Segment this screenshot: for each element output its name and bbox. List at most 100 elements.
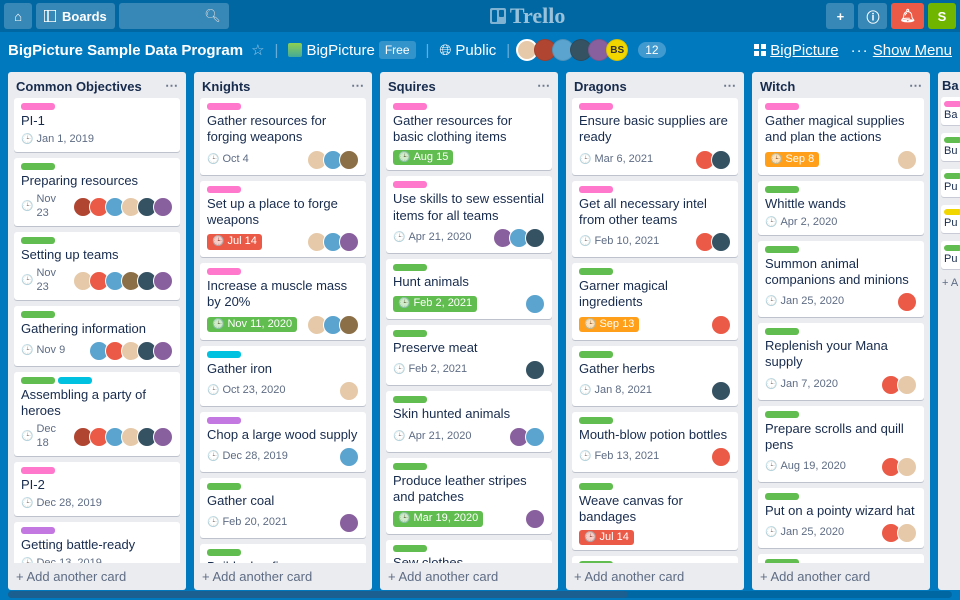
label[interactable] xyxy=(765,186,799,193)
add-card-button[interactable]: + Add another card xyxy=(380,563,558,590)
card[interactable]: PI-2 Dec 28, 2019 xyxy=(14,462,180,516)
add-button[interactable]: + xyxy=(826,3,854,29)
avatar[interactable] xyxy=(711,315,731,335)
label[interactable] xyxy=(207,103,241,110)
avatar[interactable] xyxy=(153,341,173,361)
card[interactable]: Increase a muscle mass by 20% Nov 11, 20… xyxy=(200,263,366,340)
label[interactable] xyxy=(579,103,613,110)
search-input[interactable]: 🔍︎ xyxy=(119,3,229,29)
avatar[interactable] xyxy=(339,150,359,170)
label[interactable] xyxy=(21,467,55,474)
card[interactable]: Bu xyxy=(941,133,960,161)
team-button[interactable]: BigPicture Free xyxy=(288,41,415,59)
list-title[interactable]: Knights xyxy=(202,79,250,94)
card[interactable]: Replenish your Mana supply Jan 7, 2020 xyxy=(758,323,924,400)
avatar[interactable] xyxy=(711,381,731,401)
card[interactable]: Gather herbs Jan 8, 2021 xyxy=(572,346,738,406)
label[interactable] xyxy=(207,549,241,556)
card[interactable]: Getting battle-ready Dec 13, 2019 xyxy=(14,522,180,563)
list-title[interactable]: Ba xyxy=(940,78,960,93)
label[interactable] xyxy=(21,311,55,318)
label[interactable] xyxy=(393,264,427,271)
card[interactable]: Skin hunted animals Apr 21, 2020 xyxy=(386,391,552,451)
card[interactable]: Setting up teams Nov 23 xyxy=(14,232,180,300)
card[interactable]: Hunt animals Feb 2, 2021 xyxy=(386,259,552,319)
label[interactable] xyxy=(21,103,55,110)
card[interactable]: Preparing resources Nov 23 xyxy=(14,158,180,226)
list-title[interactable]: Dragons xyxy=(574,79,627,94)
avatar[interactable] xyxy=(897,523,917,543)
avatar[interactable] xyxy=(339,232,359,252)
card[interactable]: Use skills to sew essential items for al… xyxy=(386,176,552,253)
card[interactable]: Pu xyxy=(941,241,960,269)
card[interactable]: Ba xyxy=(941,97,960,125)
avatar[interactable] xyxy=(897,375,917,395)
card[interactable]: Assembling a party of heroes Dec 18 xyxy=(14,372,180,456)
card[interactable]: Gather iron Oct 23, 2020 xyxy=(200,346,366,406)
avatar[interactable] xyxy=(339,381,359,401)
label[interactable] xyxy=(207,351,241,358)
label[interactable] xyxy=(207,186,241,193)
avatar[interactable] xyxy=(711,150,731,170)
card[interactable]: PI-1 Jan 1, 2019 xyxy=(14,98,180,152)
list-menu-button[interactable]: ⋯ xyxy=(909,78,922,94)
label[interactable] xyxy=(579,351,613,358)
card[interactable]: Gather information about other teams nee… xyxy=(572,556,738,563)
card[interactable]: Gather magical supplies and plan the act… xyxy=(758,98,924,175)
member-count[interactable]: 12 xyxy=(638,42,665,58)
boards-button[interactable]: Boards xyxy=(36,3,115,29)
add-card-button[interactable]: + Add another card xyxy=(752,563,930,590)
card[interactable]: Gather resources for basic clothing item… xyxy=(386,98,552,170)
card[interactable]: Weave canvas for bandages Jul 14 xyxy=(572,478,738,550)
card[interactable]: Mouth-blow potion bottles Feb 13, 2021 xyxy=(572,412,738,472)
label[interactable] xyxy=(393,545,427,552)
avatar[interactable] xyxy=(153,427,173,447)
label[interactable] xyxy=(765,328,799,335)
card[interactable]: Sew clothes Feb 4, 2020 xyxy=(386,540,552,563)
star-button[interactable]: ☆ xyxy=(251,41,264,59)
card[interactable]: Whittle wands Apr 2, 2020 xyxy=(758,181,924,235)
notifications-button[interactable]: 🔔︎ xyxy=(891,3,924,29)
list-menu-button[interactable]: ⋯ xyxy=(723,78,736,94)
label[interactable] xyxy=(765,103,799,110)
list-title[interactable]: Common Objectives xyxy=(16,79,142,94)
label[interactable] xyxy=(21,377,55,384)
add-card-button[interactable]: + A xyxy=(940,273,960,293)
add-card-button[interactable]: + Add another card xyxy=(8,563,186,590)
card[interactable]: Gather coal Feb 20, 2021 xyxy=(200,478,366,538)
label[interactable] xyxy=(393,103,427,110)
label[interactable] xyxy=(765,246,799,253)
label[interactable] xyxy=(21,163,55,170)
card[interactable]: Get all necessary intel from other teams… xyxy=(572,181,738,258)
card[interactable]: Garner magical ingredients Sep 13 xyxy=(572,263,738,340)
avatar[interactable] xyxy=(897,292,917,312)
label[interactable] xyxy=(765,493,799,500)
avatar[interactable] xyxy=(525,294,545,314)
label[interactable] xyxy=(393,396,427,403)
card[interactable]: Pu xyxy=(941,169,960,197)
card[interactable]: Gathering information Nov 9 xyxy=(14,306,180,366)
card[interactable]: Put on a pointy wizard hat Jan 25, 2020 xyxy=(758,488,924,548)
card[interactable]: Produce leather stripes and patches Mar … xyxy=(386,458,552,535)
avatar[interactable] xyxy=(525,228,545,248)
label[interactable] xyxy=(393,330,427,337)
label[interactable] xyxy=(207,268,241,275)
list-menu-button[interactable]: ⋯ xyxy=(351,78,364,94)
show-menu-button[interactable]: ··· Show Menu xyxy=(851,42,952,59)
avatar[interactable] xyxy=(525,509,545,529)
label[interactable] xyxy=(207,417,241,424)
add-card-button[interactable]: + Add another card xyxy=(566,563,744,590)
user-avatar[interactable]: S xyxy=(928,3,956,29)
card[interactable]: Ensure basic supplies are ready Mar 6, 2… xyxy=(572,98,738,175)
card[interactable]: Summon animal companions and minions Jan… xyxy=(758,241,924,318)
card[interactable]: Set up a place to forge weapons Jul 14 xyxy=(200,181,366,258)
scrollbar-thumb[interactable] xyxy=(8,591,628,598)
avatar[interactable] xyxy=(153,271,173,291)
list-menu-button[interactable]: ⋯ xyxy=(165,78,178,94)
avatar[interactable] xyxy=(339,447,359,467)
label[interactable] xyxy=(393,181,427,188)
avatar[interactable] xyxy=(153,197,173,217)
avatar[interactable]: BS xyxy=(606,39,628,61)
list-menu-button[interactable]: ⋯ xyxy=(537,78,550,94)
label[interactable] xyxy=(58,377,92,384)
